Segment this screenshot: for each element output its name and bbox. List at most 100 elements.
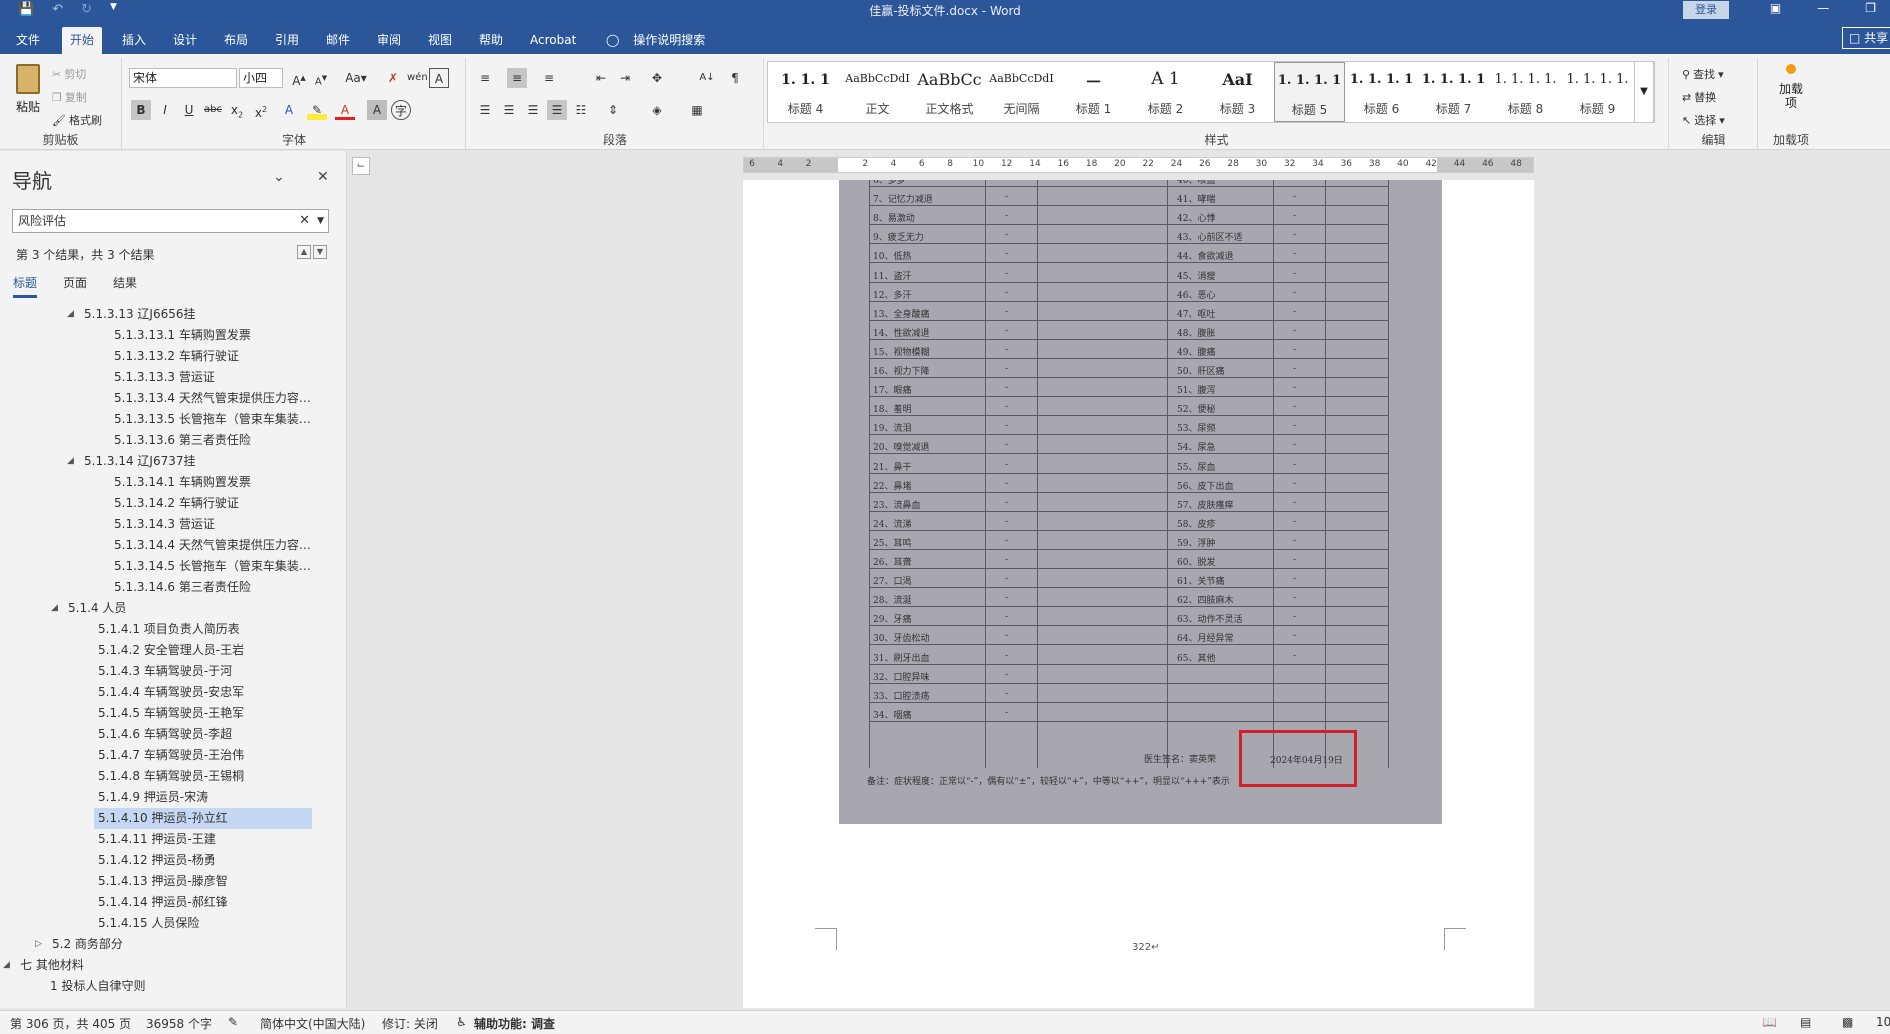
nav-search-input[interactable]: 风险评估 ✕ ▼ xyxy=(12,209,329,233)
collapse-icon[interactable]: ◢ xyxy=(67,456,74,466)
nav-heading-item[interactable]: 5.1.3.13.3 营运证 xyxy=(110,367,312,388)
format-painter-button[interactable]: 🖌 格式刷 xyxy=(52,112,102,128)
nav-heading-item[interactable]: 5.1.4.15 人员保险 xyxy=(94,913,312,934)
nav-heading-item[interactable]: 5.1.4.3 车辆驾驶员-于河 xyxy=(94,661,312,682)
nav-heading-item[interactable]: 5.1.4.1 项目负责人简历表 xyxy=(94,619,312,640)
nav-heading-item[interactable]: 5.1.3.14.1 车辆购置发票 xyxy=(110,472,312,493)
style-heading-8[interactable]: 1. 1. 1. 1. 标题 8 xyxy=(1490,62,1561,122)
strikethrough-button[interactable]: abc xyxy=(203,100,223,120)
page-count[interactable]: 第 306 页，共 405 页 xyxy=(10,1015,131,1032)
chevron-down-icon[interactable]: ⌄ xyxy=(273,169,285,185)
nav-heading-item[interactable]: 5.1.4.13 押运员-滕彦智 xyxy=(94,871,312,892)
search-options-icon[interactable]: ▼ xyxy=(317,210,324,232)
align-center-icon[interactable]: ☰ xyxy=(499,100,519,120)
word-count[interactable]: 36958 个字 xyxy=(146,1015,212,1032)
enclose-characters-icon[interactable]: 字 xyxy=(391,100,411,120)
text-effects-icon[interactable]: A xyxy=(279,100,299,120)
numbering-icon[interactable]: ≡ xyxy=(507,68,527,88)
style-no-spacing[interactable]: AaBbCcDdI 无间隔 xyxy=(986,62,1057,122)
shading-icon[interactable]: ◈ xyxy=(647,100,667,120)
tab-mailings[interactable]: 邮件 xyxy=(318,27,358,54)
chinese-layout-icon[interactable]: ✥ xyxy=(647,68,667,88)
line-spacing-icon[interactable]: ⇕ xyxy=(603,100,623,120)
style-heading-2[interactable]: A 1 标题 2 xyxy=(1130,62,1201,122)
next-result-icon[interactable]: ▼ xyxy=(313,245,327,259)
nav-heading-item[interactable]: 5.1.4.5 车辆驾驶员-王艳军 xyxy=(94,703,312,724)
style-heading-4[interactable]: 1. 1. 1 标题 4 xyxy=(770,62,841,122)
nav-heading-item[interactable]: 5.2 商务部分 xyxy=(48,934,312,955)
minimize-icon[interactable]: — xyxy=(1817,1,1829,15)
nav-tab-results[interactable]: 结果 xyxy=(113,274,137,298)
select-button[interactable]: ↖ 选择 ▾ xyxy=(1682,112,1725,128)
nav-heading-item[interactable]: 5.1.3.13.1 车辆购置发票 xyxy=(110,325,312,346)
bold-button[interactable]: B xyxy=(131,100,151,120)
nav-heading-item[interactable]: 5.1.4.11 押运员-王建 xyxy=(94,829,312,850)
nav-heading-item[interactable]: 5.1.3.14.6 第三者责任险 xyxy=(110,577,312,598)
styles-more-icon[interactable]: ▼ xyxy=(1634,61,1654,123)
style-heading-1[interactable]: 一标题 1 xyxy=(1058,62,1129,122)
sort-icon[interactable]: A↓ xyxy=(697,68,717,88)
justify-icon[interactable]: ☰ xyxy=(547,100,567,120)
previous-result-icon[interactable]: ▲ xyxy=(297,245,311,259)
style-heading-6[interactable]: 1. 1. 1. 1 标题 6 xyxy=(1346,62,1417,122)
tab-view[interactable]: 视图 xyxy=(420,27,460,54)
distributed-icon[interactable]: ☷ xyxy=(571,100,591,120)
nav-heading-item[interactable]: 5.1.3.14.4 天然气管束提供压力容器... xyxy=(110,535,312,556)
align-right-icon[interactable]: ☰ xyxy=(523,100,543,120)
clear-formatting-icon[interactable]: ✗ xyxy=(383,68,403,88)
collapse-icon[interactable]: ◢ xyxy=(51,603,58,613)
proofing-icon[interactable]: ✎ xyxy=(228,1015,238,1029)
pinyin-guide-icon[interactable]: wén xyxy=(407,68,428,88)
language-status[interactable]: 简体中文(中国大陆) xyxy=(260,1015,365,1032)
style-normal[interactable]: AaBbCcDdI 正文 xyxy=(842,62,913,122)
nav-heading-item[interactable]: 5.1.3.14.2 车辆行驶证 xyxy=(110,493,312,514)
tab-references[interactable]: 引用 xyxy=(267,27,307,54)
tab-home[interactable]: 开始 xyxy=(62,27,103,54)
tab-file[interactable]: 文件 xyxy=(8,27,48,54)
underline-button[interactable]: U xyxy=(179,100,199,120)
nav-heading-item[interactable]: 5.1.4.7 车辆驾驶员-王治伟 xyxy=(94,745,312,766)
style-body-format[interactable]: AaBbCc 正文格式 xyxy=(914,62,985,122)
nav-tab-pages[interactable]: 页面 xyxy=(63,274,87,298)
clear-search-icon[interactable]: ✕ xyxy=(299,210,310,232)
shrink-font-button[interactable]: A▼ xyxy=(311,68,331,88)
track-changes-status[interactable]: 修订: 关闭 xyxy=(382,1015,438,1032)
style-heading-3[interactable]: AaI 标题 3 xyxy=(1202,62,1273,122)
read-mode-icon[interactable]: 📖 xyxy=(1762,1015,1777,1029)
web-layout-icon[interactable]: ▩ xyxy=(1842,1015,1853,1029)
align-left-icon[interactable]: ☰ xyxy=(475,100,495,120)
font-family-select[interactable]: 宋体 xyxy=(129,68,237,88)
nav-heading-item[interactable]: 5.1.3.13.5 长管拖车（管束车集装箱... xyxy=(110,409,312,430)
nav-heading-item[interactable]: 5.1.4 人员 xyxy=(64,598,312,619)
collapse-icon[interactable]: ◢ xyxy=(67,309,74,319)
highlight-icon[interactable]: ✎ xyxy=(307,100,327,120)
nav-heading-item[interactable]: 5.1.3.13 辽J6656挂 xyxy=(80,304,312,325)
ribbon-display-icon[interactable]: ▣ xyxy=(1770,1,1781,15)
tab-insert[interactable]: 插入 xyxy=(114,27,154,54)
tab-layout[interactable]: 布局 xyxy=(216,27,256,54)
grow-font-button[interactable]: A▲ xyxy=(289,68,309,88)
tab-acrobat[interactable]: Acrobat xyxy=(522,27,584,54)
horizontal-ruler[interactable]: 6 4 2 2 4 6 8 10 12 14 16 18 20 22 24 26 28 30 32 34 36 38 40 4… xyxy=(743,157,1534,173)
tab-selector-icon[interactable]: ⌙ xyxy=(352,157,370,175)
print-layout-icon[interactable]: ▤ xyxy=(1800,1015,1811,1029)
nav-tab-headings[interactable]: 标题 xyxy=(13,274,38,298)
close-icon[interactable]: ✕ xyxy=(317,169,329,185)
nav-heading-item[interactable]: 5.1.3.14.5 长管拖车（管束车集装箱... xyxy=(110,556,312,577)
multilevel-list-icon[interactable]: ≡ xyxy=(539,68,559,88)
nav-heading-item[interactable]: 5.1.3.14 辽J6737挂 xyxy=(80,451,312,472)
bullets-icon[interactable]: ≡ xyxy=(475,68,495,88)
nav-heading-item[interactable]: 5.1.4.6 车辆驾驶员-李超 xyxy=(94,724,312,745)
nav-heading-item[interactable]: 七 其他材料 xyxy=(16,955,312,976)
share-button[interactable]: □ 共享 xyxy=(1842,27,1890,49)
paste-button[interactable]: 粘贴 xyxy=(10,64,46,124)
increase-indent-icon[interactable]: ⇥ xyxy=(615,68,635,88)
addins-button[interactable]: 加载项 xyxy=(1773,64,1809,110)
font-color-icon[interactable]: A xyxy=(335,100,355,120)
nav-heading-item[interactable]: 5.1.4.8 车辆驾驶员-王锡桐 xyxy=(94,766,312,787)
accessibility-status[interactable]: 辅助功能: 调查 xyxy=(474,1015,555,1032)
nav-heading-item[interactable]: 5.1.4.4 车辆驾驶员-安忠军 xyxy=(94,682,312,703)
character-border-icon[interactable]: A xyxy=(429,68,449,88)
style-heading-5[interactable]: 1. 1. 1. 1 标题 5 xyxy=(1274,62,1345,122)
tab-help[interactable]: 帮助 xyxy=(471,27,511,54)
